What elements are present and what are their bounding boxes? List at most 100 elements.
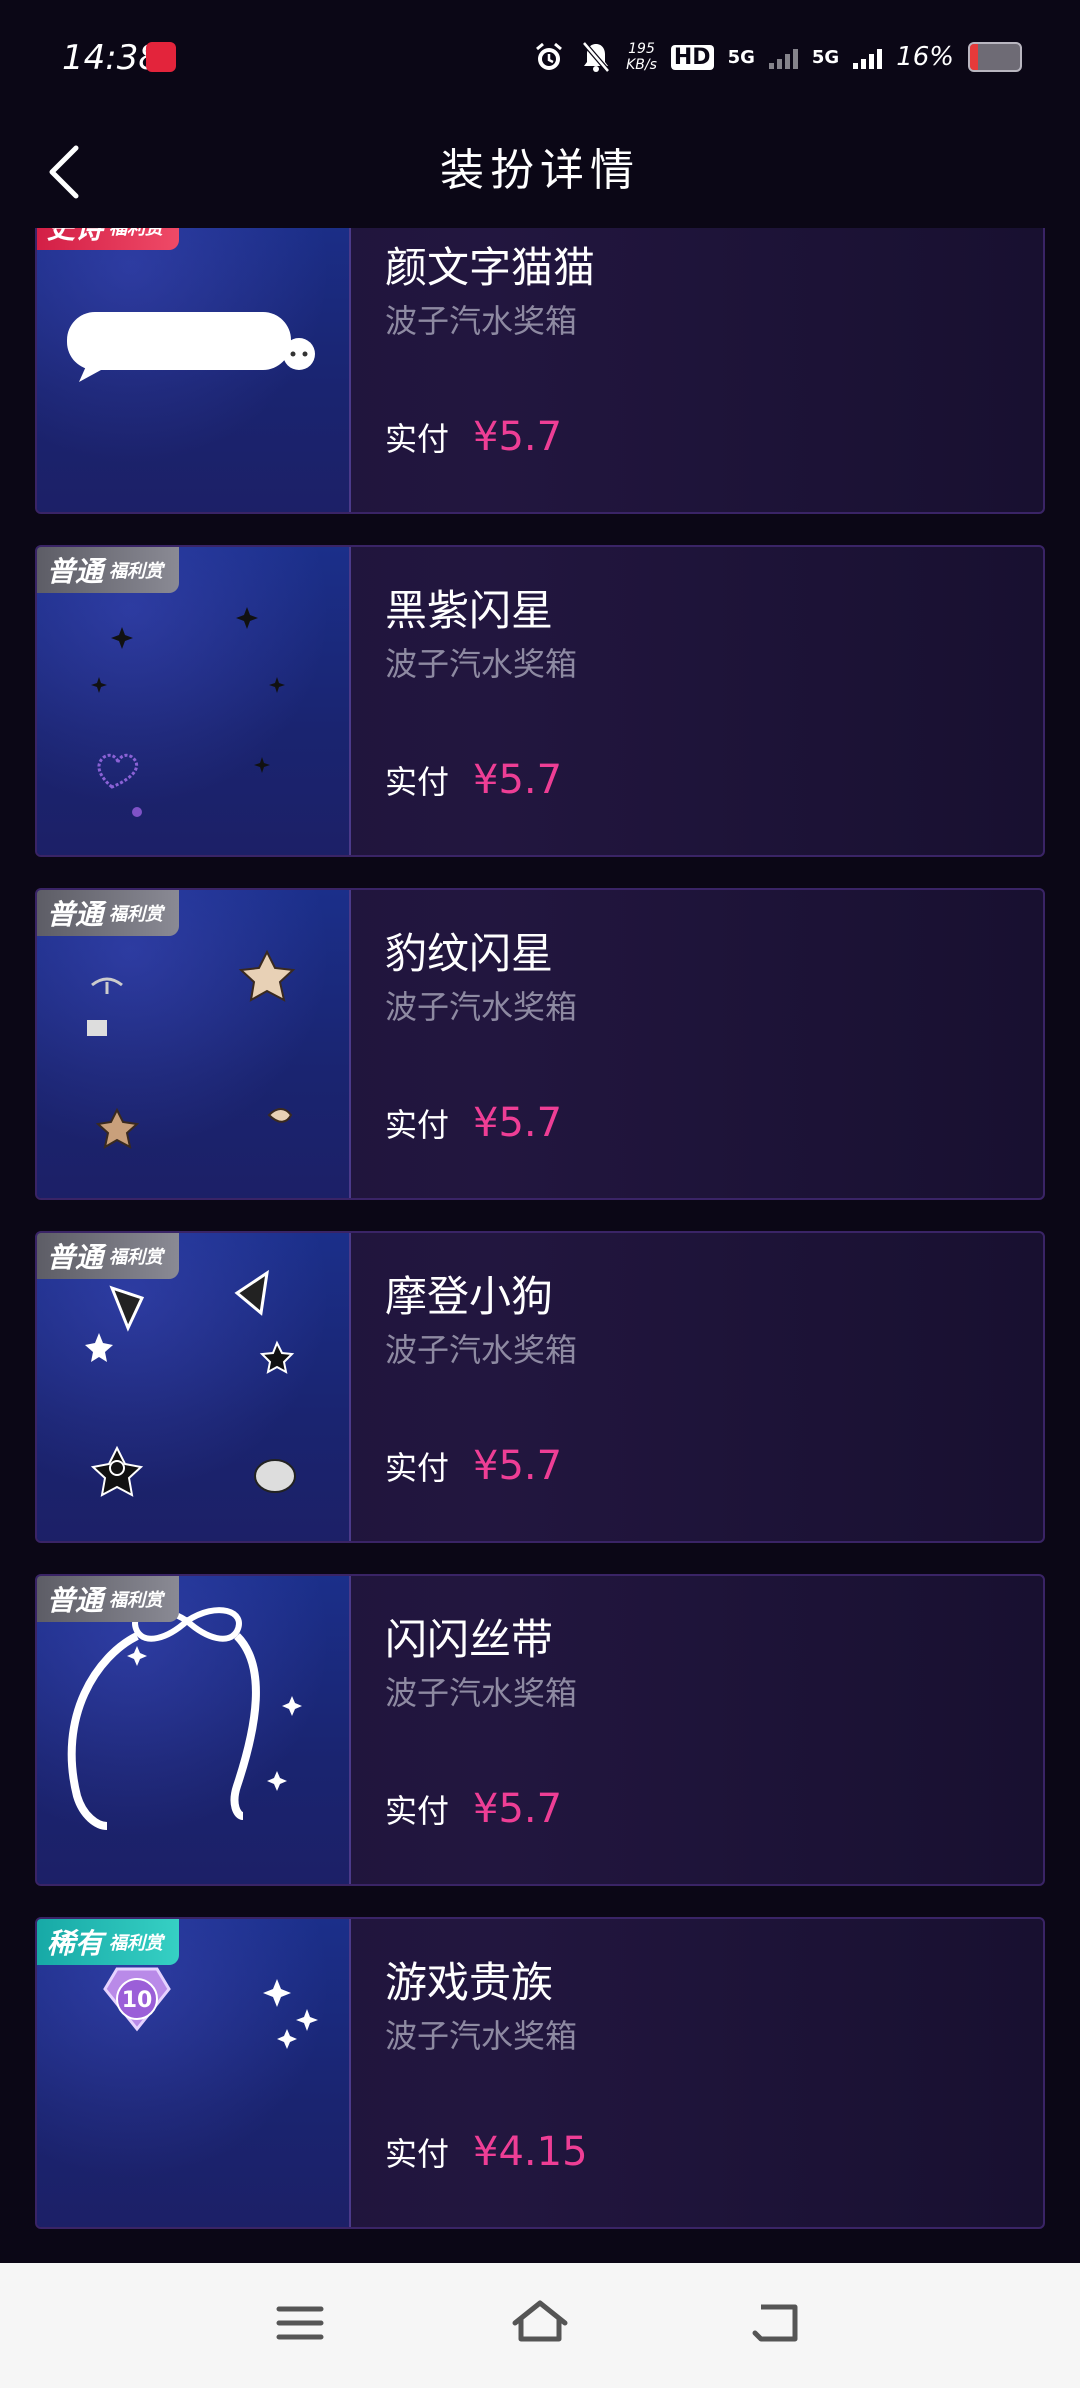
pay-label: 实付: [385, 763, 450, 801]
pay-price: ¥5.7: [473, 1786, 563, 1832]
pay-row: 实付 ¥5.7: [385, 1443, 562, 1489]
pay-row: 实付 ¥5.7: [385, 414, 562, 460]
menu-button[interactable]: [265, 2293, 335, 2353]
badge-sub: 福利赏: [109, 1933, 164, 1954]
pay-price: ¥5.7: [473, 757, 563, 803]
pay-price: ¥4.15: [473, 2129, 588, 2175]
system-nav-bar: [0, 2263, 1080, 2388]
pay-price: ¥5.7: [473, 414, 563, 460]
pay-row: 实付 ¥5.7: [385, 1100, 562, 1146]
net-speed-unit: KB/s: [626, 57, 657, 73]
item-name: 游戏贵族: [385, 1958, 554, 2007]
pay-label: 实付: [385, 1449, 450, 1487]
item-info: 豹纹闪星 波子汽水奖箱 实付 ¥5.7: [385, 890, 1043, 1198]
status-icons: 195 KB/s HD 5G 5G 16%: [532, 32, 1022, 82]
badge-tier: 稀有: [47, 1927, 104, 1960]
badge-sub: 福利赏: [109, 561, 164, 582]
rarity-badge: 普通 福利赏: [37, 890, 180, 936]
home-icon: [512, 2300, 568, 2342]
ribbon-icon: [67, 1607, 302, 1830]
pay-row: 实付 ¥5.7: [385, 757, 562, 803]
leopard-star-icon: [87, 949, 296, 1150]
badge-sub: 福利赏: [109, 1247, 164, 1268]
item-card[interactable]: 史诗 福利赏 颜文字猫猫 波子汽水奖箱 实付 ¥5.7: [35, 228, 1045, 514]
noble-badge-icon: 10: [103, 1967, 318, 2049]
battery-fill: [970, 44, 978, 70]
pay-label: 实付: [385, 2135, 450, 2173]
home-button[interactable]: [505, 2293, 575, 2353]
badge-sub: 福利赏: [109, 1590, 164, 1611]
menu-icon: [276, 2306, 324, 2340]
pay-row: 实付 ¥4.15: [385, 2129, 588, 2175]
item-name: 摩登小狗: [385, 1272, 554, 1321]
item-info: 颜文字猫猫 波子汽水奖箱 实付 ¥5.7: [385, 228, 1043, 512]
badge-tier: 史诗: [47, 228, 104, 245]
item-card[interactable]: 普通 福利赏 摩登小狗 波子汽水奖箱 实付 ¥5.7: [35, 1231, 1045, 1543]
item-source: 波子汽水奖箱: [385, 302, 578, 340]
pay-price: ¥5.7: [473, 1100, 563, 1146]
item-info: 闪闪丝带 波子汽水奖箱 实付 ¥5.7: [385, 1576, 1043, 1884]
speech-bubble-cat-icon: [67, 312, 315, 382]
hd-label: HD: [670, 44, 714, 70]
pay-label: 实付: [385, 1792, 450, 1830]
item-card[interactable]: 普通 福利赏 黑紫闪星 波子汽水奖箱 实付 ¥5.7: [35, 545, 1045, 857]
item-name: 闪闪丝带: [385, 1615, 554, 1664]
item-info: 黑紫闪星 波子汽水奖箱 实付 ¥5.7: [385, 547, 1043, 855]
dark-sparkle-icon: [91, 607, 285, 817]
item-info: 摩登小狗 波子汽水奖箱 实付 ¥5.7: [385, 1233, 1043, 1541]
net-speed: 195 KB/s: [626, 41, 657, 73]
net-speed-value: 195: [628, 41, 655, 57]
back-nav-button[interactable]: [745, 2293, 815, 2353]
item-thumbnail: 普通 福利赏: [37, 1576, 351, 1884]
mute-bell-icon: [580, 40, 612, 74]
item-list: 史诗 福利赏 颜文字猫猫 波子汽水奖箱 实付 ¥5.7 普通 福利赏 黑紫闪星 …: [35, 228, 1045, 2260]
item-source: 波子汽水奖箱: [385, 2017, 578, 2055]
item-thumbnail: 普通 福利赏: [37, 547, 351, 855]
item-thumbnail: 10 稀有 福利赏: [37, 1919, 351, 2227]
item-source: 波子汽水奖箱: [385, 1331, 578, 1369]
item-name: 黑紫闪星: [385, 586, 554, 635]
item-source: 波子汽水奖箱: [385, 988, 578, 1026]
pay-price: ¥5.7: [473, 1443, 563, 1489]
rarity-badge: 史诗 福利赏: [37, 228, 180, 250]
signal-icon-2: [853, 45, 883, 69]
pay-label: 实付: [385, 1106, 450, 1144]
item-source: 波子汽水奖箱: [385, 645, 578, 683]
item-list-viewport[interactable]: 史诗 福利赏 颜文字猫猫 波子汽水奖箱 实付 ¥5.7 普通 福利赏 黑紫闪星 …: [0, 228, 1080, 2263]
item-thumbnail: 史诗 福利赏: [37, 228, 351, 512]
rarity-badge: 稀有 福利赏: [37, 1919, 180, 1965]
dog-ears-icon: [85, 1269, 296, 1497]
network-5g-2: 5G: [811, 46, 840, 68]
badge-tier: 普通: [47, 555, 104, 588]
item-info: 游戏贵族 波子汽水奖箱 实付 ¥4.15: [385, 1919, 1043, 2227]
status-bar: 14:38 195 KB/s HD 5G 5G 16%: [0, 0, 1080, 118]
rarity-badge: 普通 福利赏: [37, 1576, 180, 1622]
pay-row: 实付 ¥5.7: [385, 1786, 562, 1832]
pay-label: 实付: [385, 420, 450, 458]
nav-header: 装扮详情: [0, 118, 1080, 228]
badge-tier: 普通: [47, 898, 104, 931]
battery-icon: [968, 42, 1022, 72]
rarity-badge: 普通 福利赏: [37, 1233, 180, 1279]
rarity-badge: 普通 福利赏: [37, 547, 180, 593]
back-icon: [752, 2304, 798, 2342]
badge-sub: 福利赏: [109, 904, 164, 925]
item-card[interactable]: 普通 福利赏 豹纹闪星 波子汽水奖箱 实付 ¥5.7: [35, 888, 1045, 1200]
badge-tier: 普通: [47, 1584, 104, 1617]
network-5g-1: 5G: [727, 46, 755, 68]
badge-tier: 普通: [47, 1241, 104, 1274]
item-name: 豹纹闪星: [385, 929, 554, 978]
item-thumbnail: 普通 福利赏: [37, 1233, 351, 1541]
battery-percent: 16%: [896, 42, 954, 72]
item-name: 颜文字猫猫: [385, 243, 596, 292]
notification-app-icon: [146, 42, 176, 72]
item-card[interactable]: 普通 福利赏 闪闪丝带 波子汽水奖箱 实付 ¥5.7: [35, 1574, 1045, 1886]
item-source: 波子汽水奖箱: [385, 1674, 578, 1712]
badge-sub: 福利赏: [109, 228, 164, 239]
signal-icon: [768, 45, 798, 69]
level-badge-text: 10: [122, 1988, 153, 2013]
alarm-icon: [532, 40, 566, 74]
item-thumbnail: 普通 福利赏: [37, 890, 351, 1198]
page-title: 装扮详情: [440, 145, 640, 196]
item-card[interactable]: 10 稀有 福利赏 游戏贵族 波子汽水奖箱 实付 ¥4.15: [35, 1917, 1045, 2229]
